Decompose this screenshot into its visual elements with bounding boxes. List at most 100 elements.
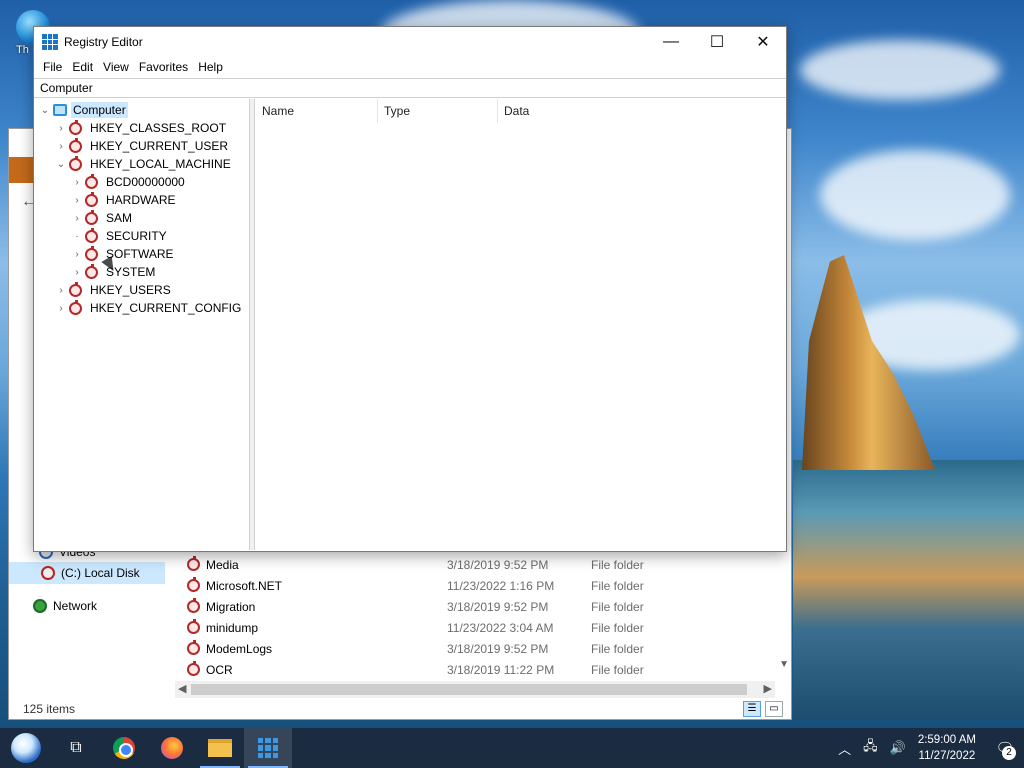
registry-editor-icon [258, 738, 278, 758]
folder-icon [187, 640, 200, 655]
tree-node-sam[interactable]: › SAM [71, 209, 134, 227]
tree-node-hku[interactable]: › HKEY_USERS [55, 281, 173, 299]
volume-icon[interactable]: 🔊 [890, 740, 906, 756]
tree-node-hklm[interactable]: ⌄ HKEY_LOCAL_MACHINE [55, 155, 233, 173]
file-date: 3/18/2019 9:52 PM [447, 641, 549, 656]
file-date: 11/23/2022 3:04 AM [447, 620, 554, 635]
pane-splitter[interactable] [250, 99, 255, 550]
action-center-button[interactable]: 🗨 2 [986, 728, 1024, 768]
column-header-data[interactable]: Data [498, 99, 786, 123]
scroll-right-icon[interactable]: ▶ [764, 682, 772, 695]
tree-node-security[interactable]: · SECURITY [71, 227, 169, 245]
task-view-button[interactable]: ⧉ [52, 728, 100, 768]
scroll-left-icon[interactable]: ◀ [178, 682, 186, 695]
tree-node-bcd[interactable]: › BCD00000000 [71, 173, 187, 191]
taskbar-chrome[interactable] [100, 728, 148, 768]
file-name: Migration [206, 599, 256, 614]
firefox-icon [161, 737, 183, 759]
nav-item-label: (C:) Local Disk [61, 566, 140, 580]
column-header-name[interactable]: Name [256, 99, 378, 123]
horizontal-scrollbar[interactable]: ◀ ▶ [175, 681, 775, 698]
collapse-chevron-icon[interactable]: › [71, 249, 83, 260]
collapse-chevron-icon[interactable]: › [55, 123, 67, 134]
start-button[interactable] [0, 728, 52, 768]
large-icons-view-icon[interactable]: ▭ [765, 701, 783, 717]
registry-key-icon [69, 119, 82, 135]
network-icon [33, 599, 47, 613]
folder-icon [187, 619, 200, 634]
collapse-chevron-icon[interactable]: › [71, 213, 83, 224]
title-bar[interactable]: Registry Editor — ☐ ✕ [34, 27, 786, 57]
status-item-count: 125 items [23, 702, 76, 716]
menu-view[interactable]: View [98, 60, 134, 74]
collapse-chevron-icon[interactable]: › [71, 195, 83, 206]
scroll-down-icon[interactable]: ▼ [779, 659, 789, 670]
file-type: File folder [591, 557, 644, 572]
tree-node-label: SOFTWARE [106, 247, 174, 261]
file-row[interactable]: Media 3/18/2019 9:52 PM File folder [187, 554, 777, 575]
values-list: Name Type Data [256, 99, 786, 550]
cloud [800, 40, 1000, 100]
maximize-button[interactable]: ☐ [694, 27, 740, 57]
collapse-chevron-icon[interactable]: › [71, 177, 83, 188]
file-type: File folder [591, 620, 644, 635]
tree-node-hkcu[interactable]: › HKEY_CURRENT_USER [55, 137, 230, 155]
file-row[interactable]: ModemLogs 3/18/2019 9:52 PM File folder [187, 638, 777, 659]
menu-help[interactable]: Help [193, 60, 228, 74]
file-name: ModemLogs [206, 641, 273, 656]
registry-editor-icon [42, 34, 58, 50]
file-row[interactable]: Migration 3/18/2019 9:52 PM File folder [187, 596, 777, 617]
tree-node-label: HARDWARE [106, 193, 176, 207]
file-row[interactable]: OCR 3/18/2019 11:22 PM File folder [187, 659, 777, 680]
registry-key-icon [85, 209, 98, 225]
nav-item-local-disk[interactable]: (C:) Local Disk [9, 562, 165, 584]
collapse-chevron-icon[interactable]: › [55, 303, 67, 314]
tree-node-label: HKEY_CURRENT_USER [90, 139, 229, 153]
network-icon[interactable]: 🖧 [863, 737, 878, 759]
expand-chevron-icon[interactable]: ⌄ [55, 159, 67, 170]
tree-node-software[interactable]: › SOFTWARE [71, 245, 176, 263]
minimize-button[interactable]: — [648, 27, 694, 57]
collapse-chevron-icon[interactable]: › [55, 141, 67, 152]
expand-chevron-icon[interactable]: ⌄ [39, 105, 51, 116]
menu-file[interactable]: File [38, 60, 67, 74]
folder-icon [187, 598, 200, 613]
taskbar-firefox[interactable] [148, 728, 196, 768]
registry-key-icon [85, 245, 98, 261]
menu-favorites[interactable]: Favorites [134, 60, 193, 74]
tree-node-hardware[interactable]: › HARDWARE [71, 191, 178, 209]
menu-edit[interactable]: Edit [67, 60, 98, 74]
tree-node-computer[interactable]: ⌄ Computer [39, 101, 128, 119]
tree-node-label: HKEY_LOCAL_MACHINE [90, 157, 231, 171]
address-bar[interactable]: Computer [34, 78, 786, 98]
registry-key-icon [69, 155, 82, 171]
tree-node-hkcr[interactable]: › HKEY_CLASSES_ROOT [55, 119, 228, 137]
scrollbar-thumb[interactable] [191, 684, 747, 695]
registry-key-icon [85, 227, 98, 243]
clock[interactable]: 2:59:00 AM 11/27/2022 [918, 732, 976, 764]
details-view-icon[interactable]: ☰ [743, 701, 761, 717]
file-name: Media [206, 557, 239, 572]
folder-icon [187, 577, 200, 592]
chrome-icon [113, 737, 135, 759]
taskbar-registry-editor[interactable] [244, 728, 292, 768]
file-row[interactable]: minidump 11/23/2022 3:04 AM File folder [187, 617, 777, 638]
tree-node-label: BCD00000000 [106, 175, 185, 189]
tree-node-label: HKEY_CURRENT_CONFIG [90, 301, 242, 315]
menu-bar: File Edit View Favorites Help [34, 57, 786, 77]
view-toggle: ☰ ▭ [743, 701, 783, 717]
clock-date: 11/27/2022 [918, 750, 976, 762]
nav-item-network[interactable]: Network [33, 595, 97, 617]
chevron-up-icon[interactable]: ︿ [838, 739, 851, 758]
column-header-type[interactable]: Type [378, 99, 498, 123]
taskbar: ⧉ ︿ 🖧 🔊 2:59:00 AM 11/27/2022 🗨 2 [0, 728, 1024, 768]
taskbar-file-explorer[interactable] [196, 728, 244, 768]
collapse-chevron-icon[interactable]: › [55, 285, 67, 296]
clock-time: 2:59:00 AM [917, 734, 976, 746]
close-button[interactable]: ✕ [740, 27, 786, 57]
collapse-chevron-icon[interactable]: › [71, 267, 83, 278]
file-row[interactable]: Microsoft.NET 11/23/2022 1:16 PM File fo… [187, 575, 777, 596]
tree-node-label: HKEY_CLASSES_ROOT [90, 121, 227, 135]
registry-editor-window: Registry Editor — ☐ ✕ File Edit View Fav… [33, 26, 787, 552]
tree-node-hkcc[interactable]: › HKEY_CURRENT_CONFIG [55, 299, 243, 317]
